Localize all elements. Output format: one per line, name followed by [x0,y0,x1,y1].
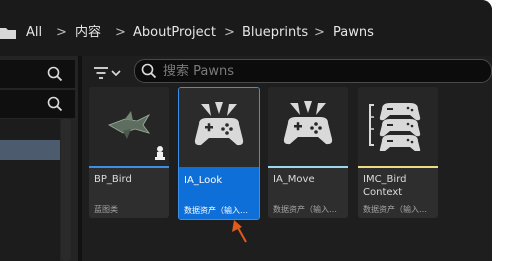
search-input[interactable] [163,62,483,80]
content-browser-window: All > 内容 > AboutProject > Blueprints > P… [0,0,492,261]
chevron-right-icon: > [224,25,235,40]
asset-type-label: 数据资产（输入… [273,205,337,214]
asset-name: IA_Look [184,175,223,186]
asset-tile-imc-bird-context[interactable]: IMC_Bird Context 数据资产（输入… [358,87,438,218]
breadcrumb-item-pawns[interactable]: Pawns [333,25,374,41]
asset-type-color-bar [358,166,438,168]
asset-type-color-bar [89,166,169,168]
asset-thumbnail [358,87,438,166]
folder-tree-selected-item[interactable] [0,140,60,160]
asset-thumbnail [179,88,259,167]
breadcrumb-item-blueprints[interactable]: Blueprints [242,25,308,41]
asset-type-label: 数据资产（输入… [363,205,427,214]
asset-thumbnail [268,87,348,166]
asset-name: BP_Bird [94,174,132,185]
gamepad-icon [283,101,333,145]
folder-icon[interactable] [0,27,16,39]
folders-search-row[interactable] [0,90,75,118]
chevron-right-icon: > [115,25,126,40]
asset-name: IA_Move [273,174,315,185]
red-arrow-icon [232,220,247,243]
search-icon [141,63,157,79]
asset-type-color-bar [268,166,348,168]
vertical-scrollbar[interactable] [61,119,71,261]
asset-type-label: 数据资产（输入… [184,206,248,215]
breadcrumb-item-content[interactable]: 内容 [75,25,101,41]
search-icon[interactable] [47,66,63,82]
breadcrumb-item-aboutproject[interactable]: AboutProject [133,25,216,41]
breadcrumb-item-all[interactable]: All [26,25,42,41]
pawn-icon [155,146,165,160]
asset-type-label: 蓝图类 [94,205,118,214]
sources-search-row[interactable] [0,60,75,88]
input-mapping-context-icon [369,103,421,151]
filter-icon[interactable] [92,62,128,84]
asset-tile-bp-bird[interactable]: BP_Bird 蓝图类 [89,87,169,218]
bird-mesh-icon [108,111,151,139]
chevron-right-icon: > [314,25,325,40]
asset-thumbnail [89,87,169,166]
asset-tile-ia-move[interactable]: IA_Move 数据资产（输入… [268,87,348,218]
breadcrumb: All > 内容 > AboutProject > Blueprints > P… [0,0,492,57]
search-icon[interactable] [47,96,63,112]
chevron-right-icon: > [56,25,67,40]
gamepad-icon [194,102,244,146]
asset-search-field[interactable] [134,59,492,83]
asset-name: IMC_Bird Context [363,174,407,198]
asset-tile-ia-look[interactable]: IA_Look 数据资产（输入… [178,87,260,220]
